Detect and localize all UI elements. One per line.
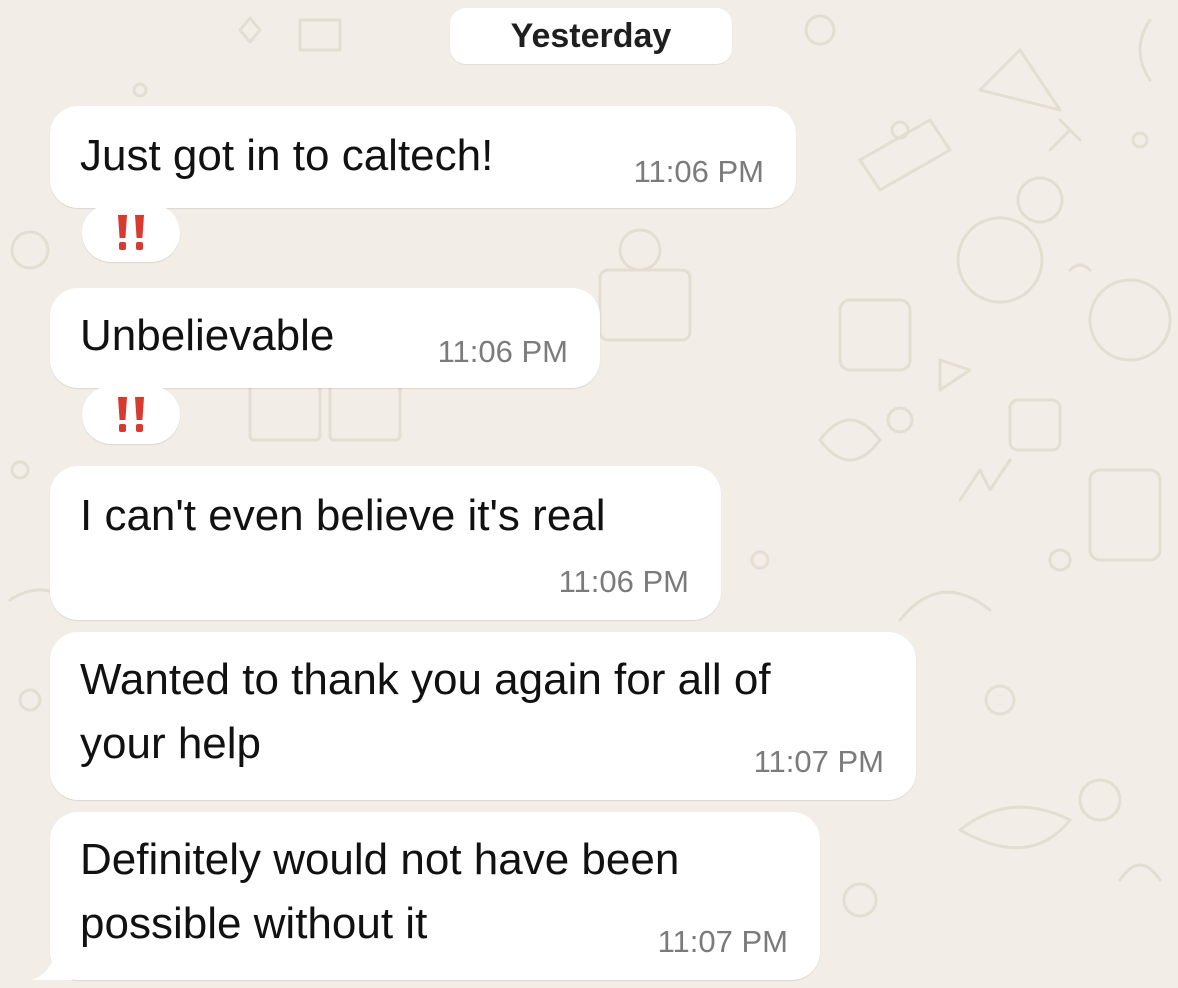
message-bubble[interactable]: Just got in to caltech! 11:06 PM xyxy=(50,106,796,208)
message-bubble[interactable]: I can't even believe it's real 11:06 PM xyxy=(50,466,721,620)
message-reaction[interactable] xyxy=(82,204,180,262)
message-timestamp: 11:07 PM xyxy=(753,744,884,779)
message-bubble[interactable]: Definitely would not have been possible … xyxy=(50,812,820,980)
message-timestamp: 11:06 PM xyxy=(437,334,568,369)
message-text: Definitely would not have been possible … xyxy=(80,835,680,948)
message-text: Unbelievable xyxy=(80,311,335,360)
message-text: Wanted to thank you again for all of you… xyxy=(80,655,771,768)
double-exclamation-icon xyxy=(118,215,144,250)
message-reaction[interactable] xyxy=(82,386,180,444)
double-exclamation-icon xyxy=(118,397,144,432)
message-timestamp: 11:07 PM xyxy=(657,924,788,959)
message-text: I can't even believe it's real xyxy=(80,491,606,540)
message-bubble[interactable]: Wanted to thank you again for all of you… xyxy=(50,632,916,800)
message-timestamp: 11:06 PM xyxy=(633,154,764,189)
bubble-tail-icon xyxy=(32,944,72,980)
date-separator: Yesterday xyxy=(450,8,732,64)
message-text: Just got in to caltech! xyxy=(80,131,494,180)
message-timestamp: 11:06 PM xyxy=(558,564,689,599)
message-bubble[interactable]: Unbelievable 11:06 PM xyxy=(50,288,600,388)
